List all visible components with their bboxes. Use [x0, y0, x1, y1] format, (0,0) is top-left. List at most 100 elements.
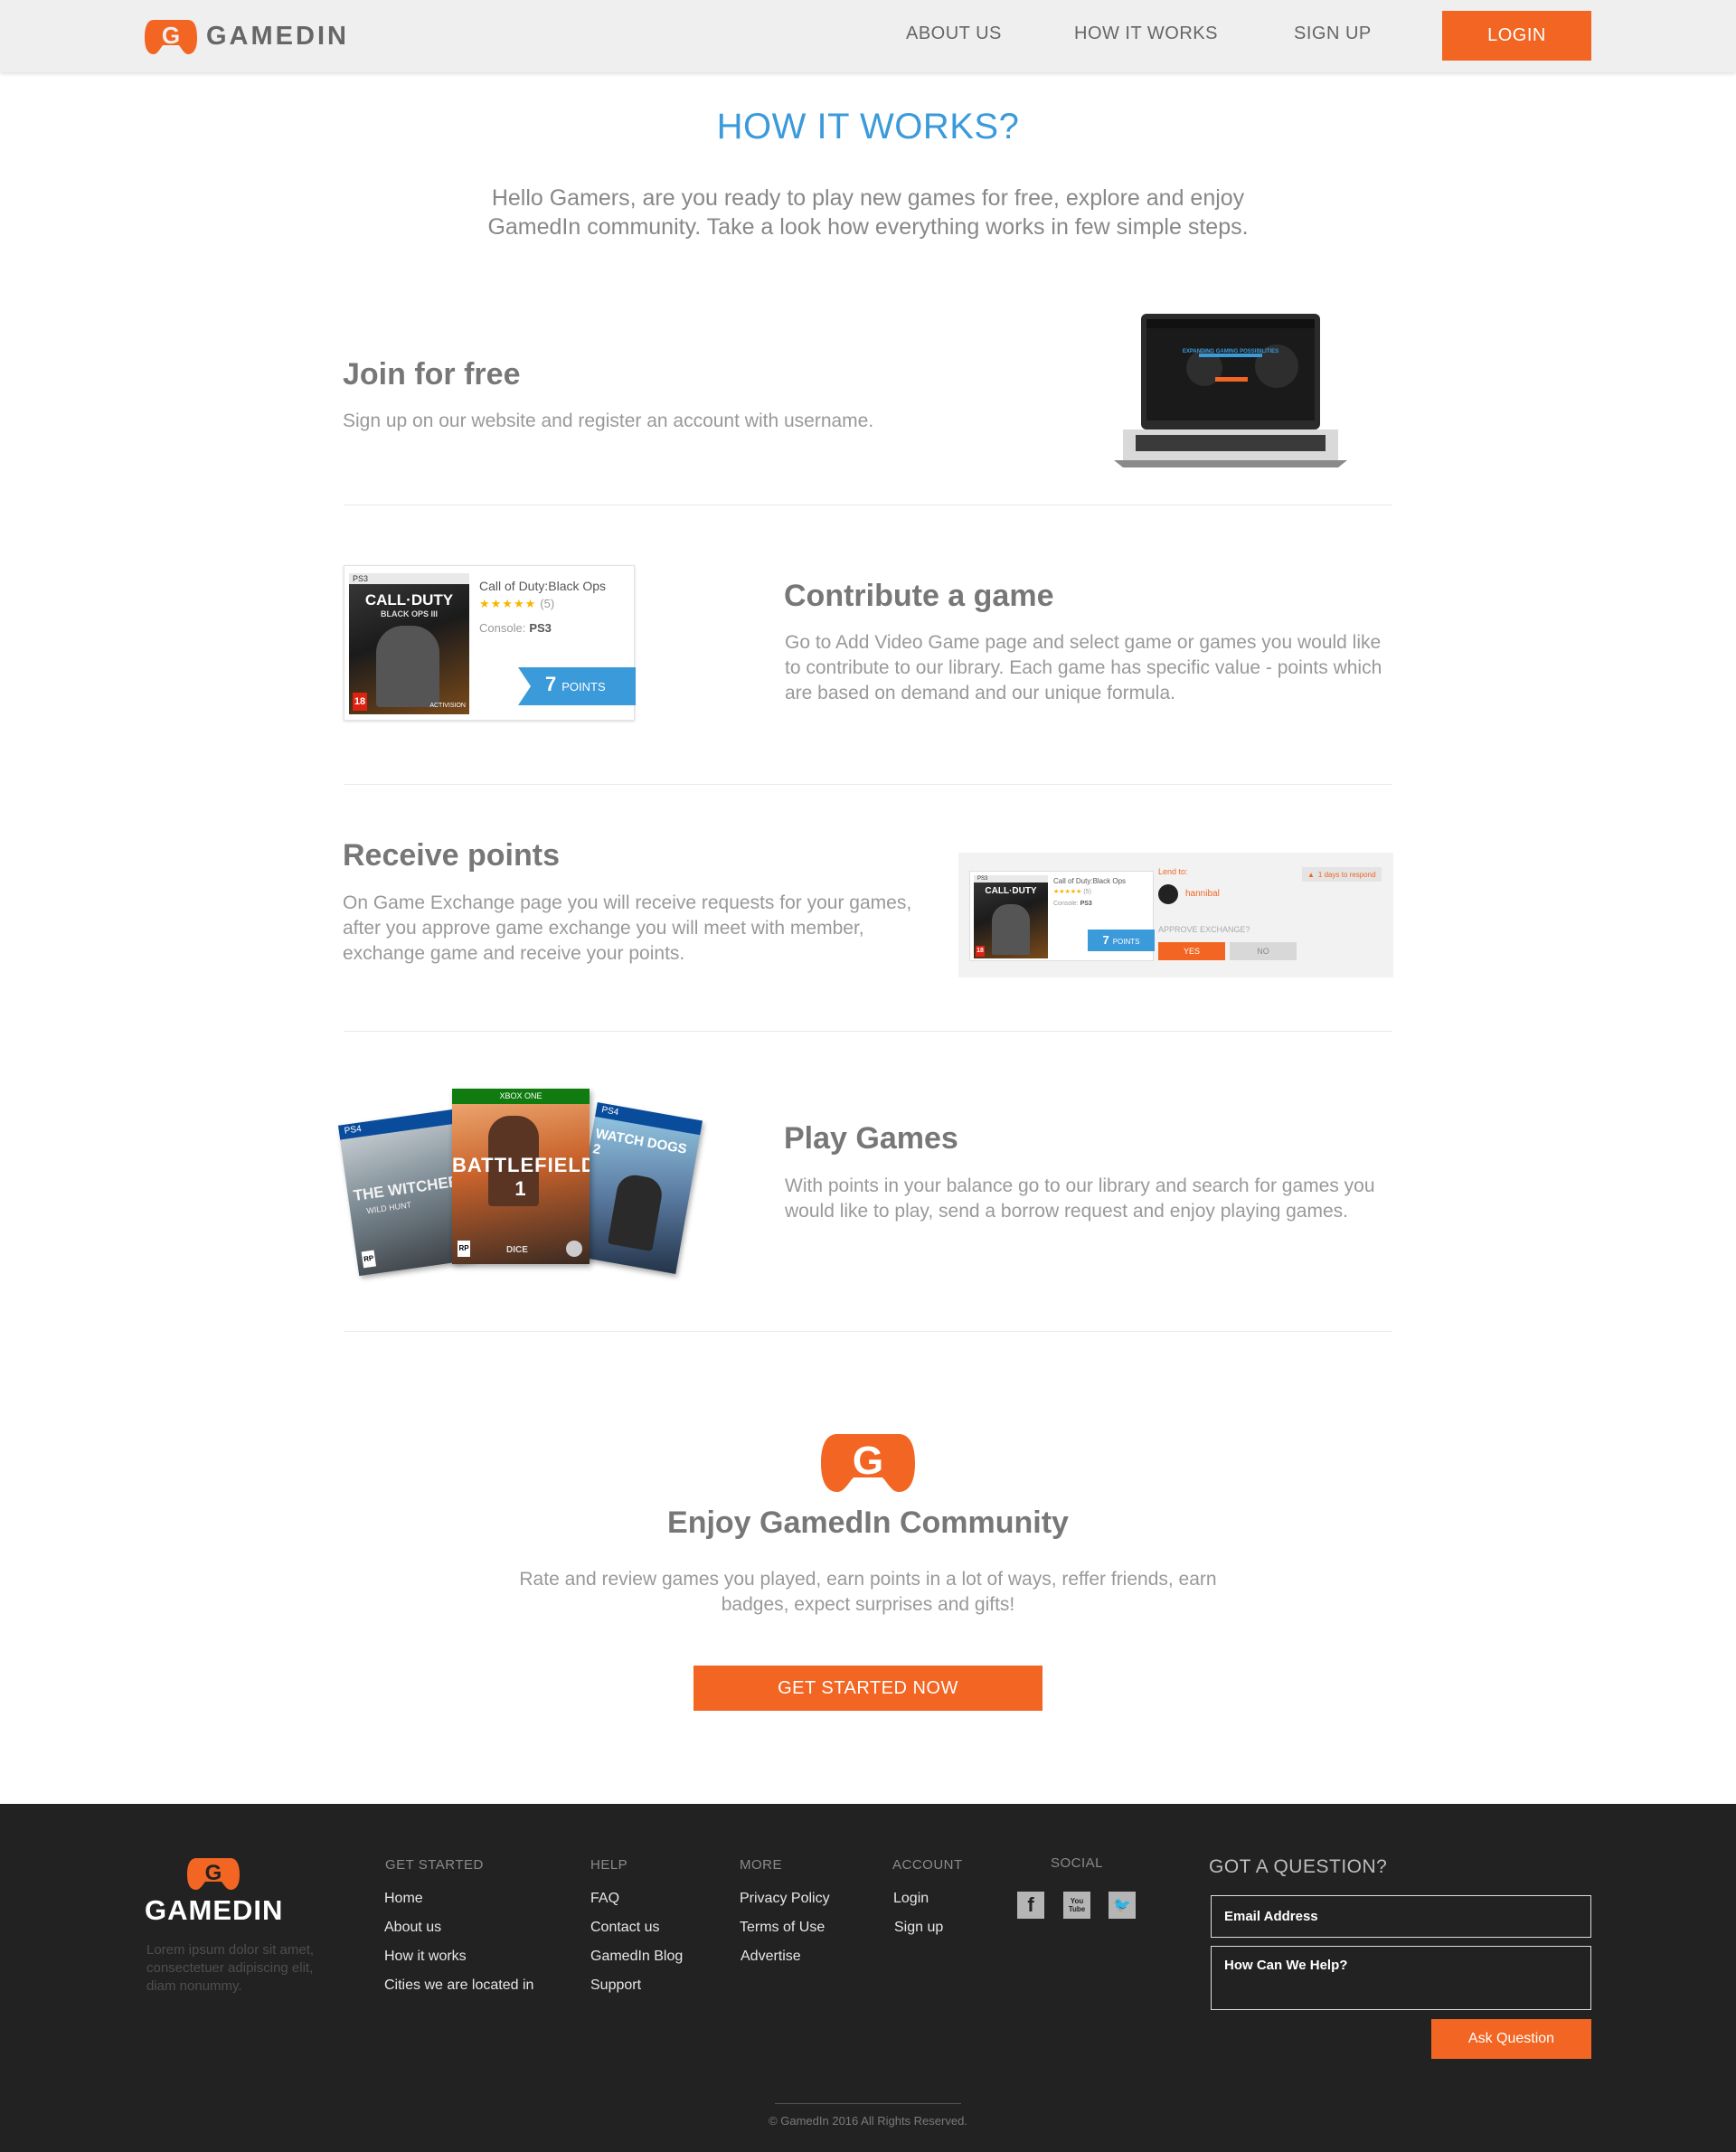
footer-link-how-it-works[interactable]: How it works	[384, 1949, 467, 1965]
watchdogs-title: WATCH DOGS 2	[591, 1126, 688, 1158]
points-number: 7	[545, 673, 557, 695]
login-button[interactable]: LOGIN	[1442, 11, 1591, 61]
footer-lorem: Lorem ipsum dolor sit amet, consectetuer…	[146, 1942, 315, 1994]
card-game-title: Call of Duty:Black Ops	[479, 579, 607, 593]
footer-link-privacy[interactable]: Privacy Policy	[740, 1891, 830, 1907]
member-avatar[interactable]	[1158, 884, 1178, 904]
youtube-icon[interactable]: You Tube	[1063, 1892, 1090, 1919]
esrb-badge: RP	[361, 1250, 377, 1269]
battlefield-title: BATTLEFIELD 1	[452, 1154, 590, 1200]
footer-heading-account: ACCOUNT	[892, 1857, 963, 1873]
points-tag: 7 POINTS	[545, 673, 606, 696]
exchange-game-cover: PS3 CALL·DUTY 18	[974, 875, 1048, 958]
cta-title: Enjoy GamedIn Community	[667, 1505, 1069, 1540]
facebook-icon[interactable]: f	[1017, 1892, 1044, 1919]
footer-link-login[interactable]: Login	[893, 1891, 929, 1907]
approve-no-button[interactable]: NO	[1230, 942, 1297, 960]
respond-deadline-badge: ▲ 1 days to respond	[1302, 867, 1382, 882]
footer-link-contact-us[interactable]: Contact us	[590, 1920, 659, 1936]
nav-about-us[interactable]: ABOUT US	[906, 24, 1002, 44]
step-receive-title: Receive points	[343, 838, 560, 873]
points-label: POINTS	[561, 680, 606, 694]
respond-deadline-text: 1 days to respond	[1317, 870, 1376, 879]
exchange-rating: ★★★★★ (5)	[1053, 888, 1091, 895]
ask-question-button[interactable]: Ask Question	[1431, 2019, 1591, 2059]
step-play-title: Play Games	[784, 1121, 958, 1156]
footer-link-signup[interactable]: Sign up	[894, 1920, 943, 1936]
get-started-button[interactable]: GET STARTED NOW	[693, 1666, 1043, 1711]
rating-stars-icon: ★★★★★	[479, 597, 537, 610]
intro-text: Hello Gamers, are you ready to play new …	[487, 185, 1249, 240]
laptop-illustration: EXPANDING GAMING POSSIBILITIES	[1114, 314, 1347, 469]
footer-heading-get-started: GET STARTED	[385, 1857, 484, 1873]
question-title: GOT A QUESTION?	[1209, 1856, 1388, 1877]
step-play-desc: With points in your balance go to our li…	[785, 1175, 1375, 1222]
exchange-points-tag: 7 POINTS	[1088, 930, 1155, 951]
exchange-game-card: PS3 CALL·DUTY 18 Call of Duty:Black Ops …	[969, 871, 1155, 961]
footer-logo-icon: G	[187, 1858, 240, 1890]
card-rating: ★★★★★ (5)	[479, 597, 554, 611]
brand-name: GAMEDIN	[206, 21, 349, 51]
warning-icon: ▲	[1307, 870, 1315, 879]
cta-desc: Rate and review games you played, earn p…	[519, 1569, 1217, 1615]
svg-text:G: G	[205, 1861, 222, 1885]
help-message-field[interactable]	[1211, 1946, 1591, 2010]
footer-link-about-us[interactable]: About us	[384, 1920, 441, 1936]
brand-logo[interactable]: G GAMEDIN	[145, 16, 349, 56]
footer-link-support[interactable]: Support	[590, 1977, 641, 1994]
nav-how-it-works[interactable]: HOW IT WORKS	[1074, 24, 1218, 44]
points-number: 7	[1102, 933, 1109, 947]
ps3-platform-strip: PS3	[349, 573, 469, 584]
footer-heading-social: SOCIAL	[1051, 1855, 1104, 1871]
member-username[interactable]: hannibal	[1185, 889, 1220, 899]
footer-heading-more: MORE	[740, 1857, 782, 1873]
lend-to-label: Lend to:	[1158, 867, 1188, 876]
divider	[344, 1031, 1392, 1032]
footer-link-cities[interactable]: Cities we are located in	[384, 1977, 533, 1994]
xbox-platform-strip: XBOX ONE	[452, 1089, 590, 1104]
nav-sign-up[interactable]: SIGN UP	[1294, 24, 1372, 44]
age-rating-badge: 18	[353, 693, 367, 711]
footer-link-faq[interactable]: FAQ	[590, 1891, 619, 1907]
approve-yes-button[interactable]: YES	[1158, 942, 1225, 960]
console-value: PS3	[1080, 901, 1092, 907]
exchange-console: Console: PS3	[1053, 901, 1092, 907]
gamedin-logo-icon: G	[821, 1434, 915, 1492]
game-box-battlefield: XBOX ONE BATTLEFIELD 1 RP DICE	[452, 1089, 590, 1264]
publisher-dice: DICE	[506, 1245, 528, 1255]
step-contribute-desc: Go to Add Video Game page and select gam…	[785, 632, 1382, 703]
rating-count: (5)	[540, 597, 555, 610]
svg-text:G: G	[162, 22, 180, 49]
ps3-platform-strip: PS3	[974, 875, 1048, 883]
step-join-desc: Sign up on our website and register an a…	[343, 411, 874, 431]
game-box-watchdogs: PS4 WATCH DOGS 2	[570, 1102, 703, 1274]
card-console: Console: PS3	[479, 621, 552, 635]
cover-title: CALL·DUTY	[364, 591, 454, 609]
divider	[344, 1331, 1392, 1332]
svg-text:G: G	[853, 1439, 883, 1483]
cover-subtitle: BLACK OPS III	[380, 609, 438, 618]
page-title: HOW IT WORKS?	[716, 107, 1020, 146]
footer-link-advertise[interactable]: Advertise	[741, 1949, 801, 1965]
step-join-title: Join for free	[343, 357, 521, 392]
hacker-figure	[607, 1172, 665, 1252]
footer-divider	[775, 2103, 961, 2104]
footer-link-home[interactable]: Home	[384, 1891, 423, 1907]
soldier-figure	[376, 626, 439, 707]
game-card: PS3 CALL·DUTY BLACK OPS III 18 ACTIVISIO…	[344, 565, 636, 721]
footer-link-blog[interactable]: GamedIn Blog	[590, 1949, 683, 1965]
console-label: Console:	[1053, 901, 1079, 907]
copyright-text: © GamedIn 2016 All Rights Reserved.	[769, 2114, 967, 2128]
exchange-card: PS3 CALL·DUTY 18 Call of Duty:Black Ops …	[958, 853, 1393, 977]
esrb-badge: RP	[458, 1241, 470, 1257]
twitter-icon[interactable]: 🐦	[1109, 1892, 1136, 1919]
email-field[interactable]	[1211, 1895, 1591, 1938]
gamedin-logo-icon: G	[145, 20, 197, 54]
console-value: PS3	[529, 621, 552, 635]
console-label: Console:	[479, 621, 526, 635]
step-receive-desc: On Game Exchange page you will receive r…	[343, 892, 912, 964]
footer-link-terms[interactable]: Terms of Use	[740, 1920, 825, 1936]
cover-title: CALL·DUTY	[985, 886, 1037, 896]
rating-count: (5)	[1083, 889, 1091, 895]
cover-publisher: ACTIVISION	[429, 703, 466, 709]
